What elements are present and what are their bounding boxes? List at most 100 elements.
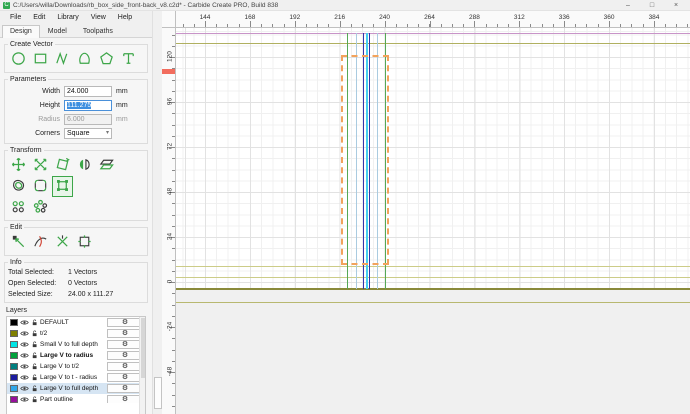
eye-icon[interactable]	[20, 374, 29, 382]
stock-area[interactable]	[176, 28, 690, 290]
menu-help[interactable]: Help	[112, 14, 138, 21]
rotate-button[interactable]	[52, 155, 73, 176]
layers-scrollbar-thumb[interactable]	[141, 318, 145, 378]
curve-tool-button[interactable]	[74, 49, 95, 70]
ruler-minor-tick	[172, 79, 175, 81]
lock-icon[interactable]	[30, 374, 39, 382]
eye-icon[interactable]	[20, 330, 29, 338]
lock-icon[interactable]	[30, 363, 39, 371]
eye-icon[interactable]	[20, 385, 29, 393]
layer-color-swatch[interactable]	[10, 352, 18, 359]
width-field[interactable]: 24.000	[64, 86, 112, 97]
layer-row[interactable]: t/2 ⚙	[7, 328, 145, 339]
layer-name: Part outline	[40, 396, 73, 403]
layer-color-swatch[interactable]	[10, 385, 18, 392]
layers-scrollbar[interactable]	[139, 317, 145, 414]
tab-design[interactable]: Design	[2, 25, 40, 38]
ruler-minor-tick	[172, 248, 175, 250]
fillet-button[interactable]	[30, 176, 51, 197]
layer-color-swatch[interactable]	[10, 341, 18, 348]
ruler-minor-tick	[305, 24, 307, 27]
break-button[interactable]	[52, 232, 73, 253]
panel-scrollbar[interactable]	[152, 11, 162, 414]
gear-icon[interactable]: ⚙	[107, 351, 143, 360]
move-button[interactable]	[8, 155, 29, 176]
menu-edit[interactable]: Edit	[27, 14, 51, 21]
eye-icon[interactable]	[20, 352, 29, 360]
eye-icon[interactable]	[20, 396, 29, 404]
layer-color-swatch[interactable]	[10, 330, 18, 337]
tab-toolpaths[interactable]: Toolpaths	[75, 25, 121, 37]
node-edit-button[interactable]	[8, 232, 29, 253]
trim-button[interactable]	[30, 232, 51, 253]
gear-icon[interactable]: ⚙	[107, 318, 143, 327]
param-label-height: Height	[39, 102, 60, 109]
menu-view[interactable]: View	[85, 14, 112, 21]
ruler-minor-tick	[172, 259, 175, 261]
ruler-minor-tick	[642, 24, 644, 27]
gear-icon[interactable]: ⚙	[107, 373, 143, 382]
close-button[interactable]: ×	[671, 2, 681, 9]
layer-color-swatch[interactable]	[10, 363, 18, 370]
text-tool-button[interactable]	[118, 49, 139, 70]
panel-scrollbar-thumb[interactable]	[154, 377, 162, 409]
ruler-minor-tick	[485, 24, 487, 27]
corners-select[interactable]: Square ▾	[64, 128, 112, 139]
lock-icon[interactable]	[30, 385, 39, 393]
ruler-major-tick	[339, 21, 341, 27]
layers-section: Layers DEFAULT ⚙ t/2 ⚙ Small V to full depth…	[4, 306, 148, 414]
menu-library[interactable]: Library	[51, 14, 84, 21]
linear-array-button[interactable]	[8, 197, 29, 218]
ruler-minor-tick	[172, 214, 175, 216]
boolean-button[interactable]	[52, 176, 73, 197]
maximize-button[interactable]: □	[647, 2, 657, 9]
tab-model[interactable]: Model	[40, 25, 75, 37]
ruler-major-tick	[519, 21, 521, 27]
gear-icon[interactable]: ⚙	[107, 362, 143, 371]
info-group: Info Total Selected: 1 Vectors Open Select…	[4, 259, 148, 303]
eye-icon[interactable]	[20, 341, 29, 349]
gear-icon[interactable]: ⚙	[107, 340, 143, 349]
polyline-tool-button[interactable]	[52, 49, 73, 70]
ruler-label: -24	[166, 321, 174, 332]
gear-icon[interactable]: ⚙	[107, 329, 143, 338]
mirror-button[interactable]	[74, 155, 95, 176]
minimize-button[interactable]: –	[623, 2, 633, 9]
rectangle-tool-button[interactable]	[30, 49, 51, 70]
lock-icon[interactable]	[30, 352, 39, 360]
layer-row[interactable]: Large V to radius ⚙	[7, 350, 145, 361]
circular-array-button[interactable]	[30, 197, 51, 218]
lock-icon[interactable]	[30, 319, 39, 327]
polygon-tool-button[interactable]	[96, 49, 117, 70]
skew-button[interactable]	[96, 155, 117, 176]
lock-icon[interactable]	[30, 341, 39, 349]
offset-button[interactable]	[8, 176, 29, 197]
layer-row[interactable]: Large V to t - radius ⚙	[7, 372, 145, 383]
ruler-label: 336	[558, 14, 570, 21]
layer-row[interactable]: Part outline ⚙	[7, 394, 145, 403]
lock-icon[interactable]	[30, 396, 39, 404]
height-field[interactable]: 111.275	[64, 100, 112, 111]
menu-file[interactable]: File	[4, 14, 27, 21]
lock-icon[interactable]	[30, 330, 39, 338]
layer-row[interactable]: Large V to t/2 ⚙	[7, 361, 145, 372]
gear-icon[interactable]: ⚙	[107, 384, 143, 393]
layer-row[interactable]: Small V to full depth ⚙	[7, 339, 145, 350]
eye-icon[interactable]	[20, 363, 29, 371]
resize-button[interactable]	[74, 232, 95, 253]
layer-color-swatch[interactable]	[10, 374, 18, 381]
circle-tool-button[interactable]	[8, 49, 29, 70]
transform-row-3	[8, 197, 144, 218]
selected-rectangle[interactable]	[341, 55, 389, 265]
scale-button[interactable]	[30, 155, 51, 176]
ruler-minor-tick	[172, 180, 175, 182]
layer-row[interactable]: DEFAULT ⚙	[7, 317, 145, 328]
drawing-canvas[interactable]	[176, 28, 690, 414]
layer-color-swatch[interactable]	[10, 396, 18, 403]
radius-field[interactable]: 6.000	[64, 114, 112, 125]
info-row: Selected Size: 24.00 x 111.27	[8, 289, 144, 300]
gear-icon[interactable]: ⚙	[107, 395, 143, 403]
eye-icon[interactable]	[20, 319, 29, 327]
layer-row[interactable]: Large V to full depth ⚙	[7, 383, 145, 394]
layer-color-swatch[interactable]	[10, 319, 18, 326]
